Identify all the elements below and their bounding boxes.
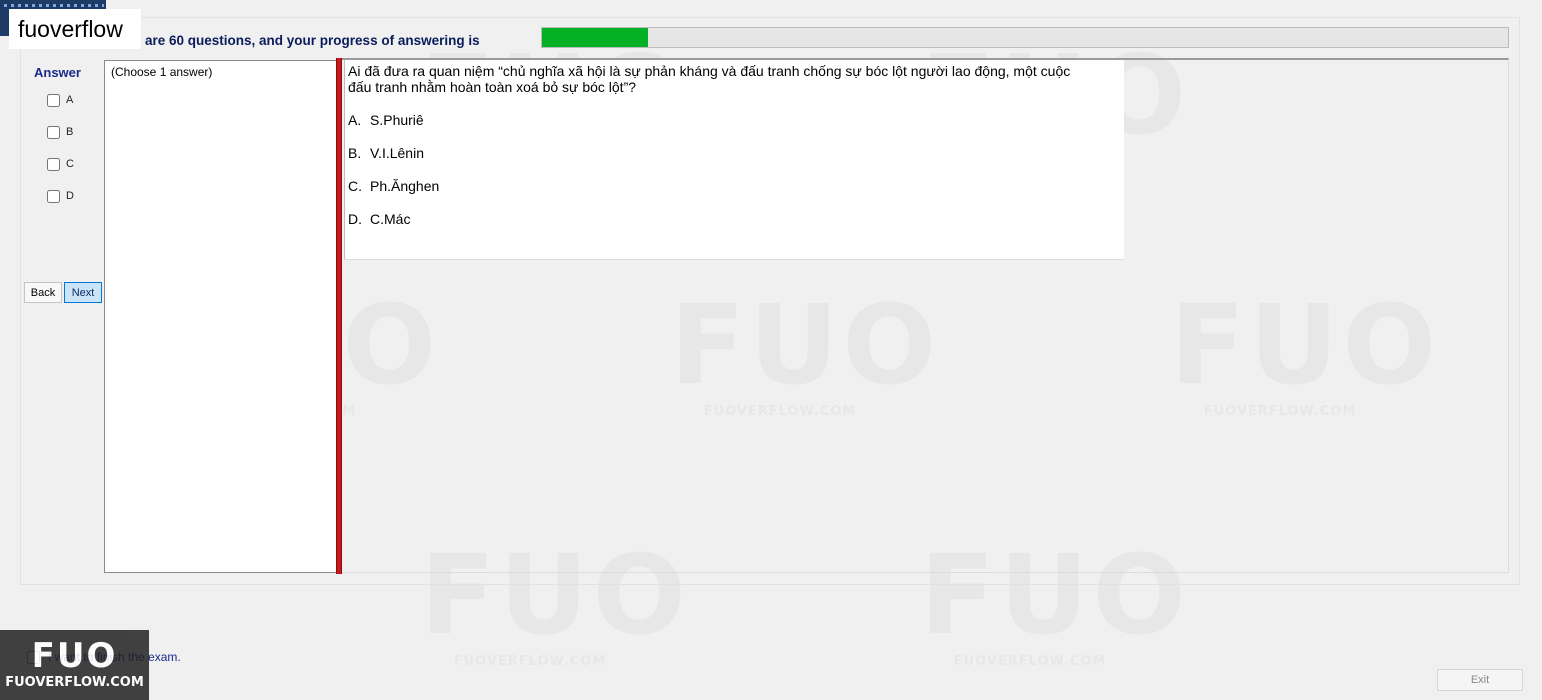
exit-button[interactable]: Exit	[1437, 669, 1523, 691]
logo-pattern	[4, 4, 104, 7]
option-letter: D.	[348, 211, 362, 227]
answer-checkbox-b[interactable]	[47, 125, 60, 139]
progress-bar	[541, 27, 1509, 48]
back-button[interactable]: Back	[24, 282, 62, 303]
option-letter: B.	[348, 145, 362, 161]
option-letter: C.	[348, 178, 362, 194]
option-text: S.Phuriê	[370, 112, 424, 128]
option-text: V.I.Lênin	[370, 145, 424, 161]
fuo-watermark-badge: FUO FUOVERFLOW.COM	[0, 630, 149, 700]
answer-option-d[interactable]: D	[47, 188, 74, 204]
question-option-b: B. V.I.Lênin	[348, 145, 1121, 161]
answer-option-label: B	[66, 126, 74, 138]
question-text: Ai đã đưa ra quan niệm “chủ nghĩa xã hội…	[348, 63, 1071, 95]
answer-option-label: D	[66, 190, 74, 202]
answer-checkbox-d[interactable]	[47, 189, 60, 203]
answer-checkbox-c[interactable]	[47, 157, 60, 171]
answer-checkbox-a[interactable]	[47, 93, 60, 107]
watermark-site: FUOVERFLOW.COM	[420, 654, 640, 669]
option-text: C.Mác	[370, 211, 411, 227]
progress-bar-fill	[542, 28, 649, 47]
fuo-site: FUOVERFLOW.COM	[5, 675, 144, 690]
answer-option-b[interactable]: B	[47, 124, 73, 140]
progress-text: are 60 questions, and your progress of a…	[145, 33, 480, 48]
question-option-d: D. C.Mác	[348, 211, 1121, 227]
question-option-c: C. Ph.Ănghen	[348, 178, 1121, 194]
answer-option-a[interactable]: A	[47, 92, 73, 108]
brand-label: fuoverflow	[9, 9, 141, 49]
watermark-site: FUOVERFLOW.COM	[920, 654, 1140, 669]
answer-option-label: A	[66, 94, 74, 106]
answer-option-label: C	[66, 158, 74, 170]
fuo-logo: FUO	[31, 636, 118, 676]
option-letter: A.	[348, 112, 362, 128]
answer-heading: Answer	[34, 65, 81, 80]
option-text: Ph.Ănghen	[370, 178, 440, 194]
question-box: Ai đã đưa ra quan niệm “chủ nghĩa xã hội…	[344, 60, 1124, 260]
instruction-panel: (Choose 1 answer)	[104, 60, 337, 573]
answer-option-c[interactable]: C	[47, 156, 74, 172]
instruction-text: (Choose 1 answer)	[111, 65, 213, 79]
next-button[interactable]: Next	[64, 282, 102, 303]
question-option-a: A. S.Phuriê	[348, 112, 1121, 128]
